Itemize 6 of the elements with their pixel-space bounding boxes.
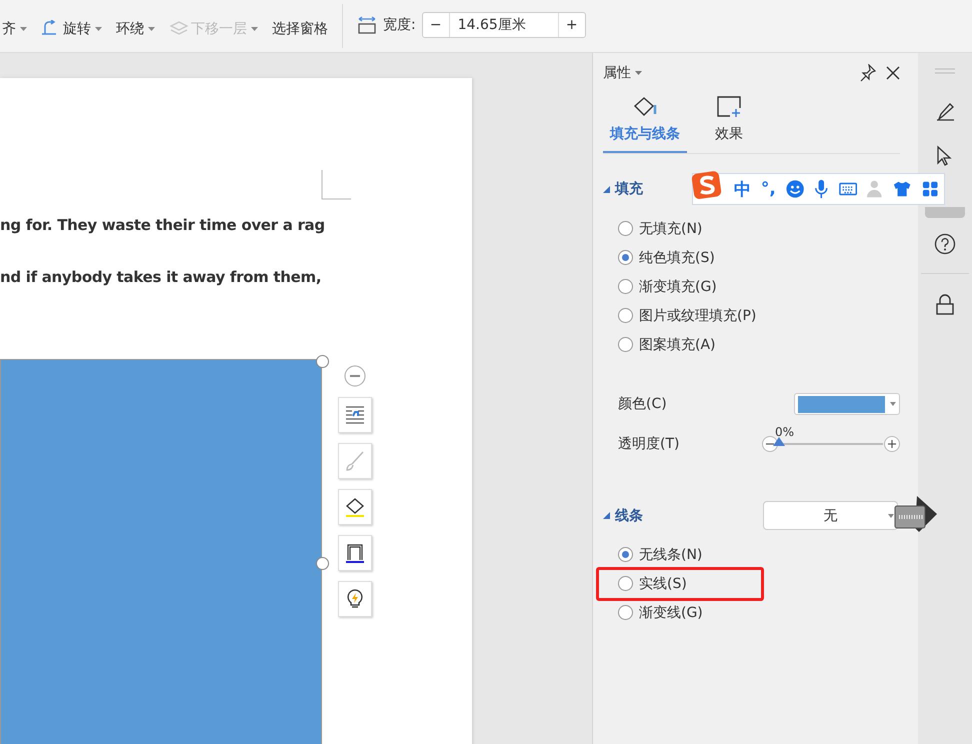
transparency-value: 0% <box>775 425 794 439</box>
document-text: ng for. They waste their time over a rag <box>0 215 325 236</box>
document-text: nd if anybody takes it away from them, <box>0 267 322 288</box>
width-label: 宽度: <box>383 16 416 34</box>
transparency-label: 透明度(T) <box>618 435 680 453</box>
color-label: 颜色(C) <box>618 395 667 413</box>
